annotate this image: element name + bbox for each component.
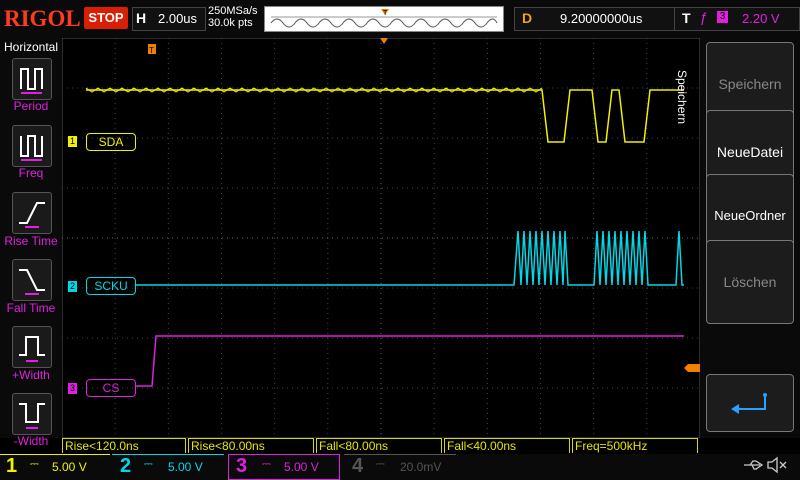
rise-time-icon[interactable] xyxy=(12,192,52,234)
ch2-number: 2 xyxy=(120,455,132,477)
trigger-box[interactable] xyxy=(674,7,800,31)
delay-value: 9.20000000us xyxy=(560,11,643,26)
svg-text:T: T xyxy=(383,10,388,17)
ch1-number: 1 xyxy=(6,455,18,477)
ch2-label[interactable]: SCKU xyxy=(86,277,136,295)
delay-label: D xyxy=(522,10,533,26)
negative-width-icon[interactable] xyxy=(12,393,52,435)
loeschen-button[interactable]: Löschen xyxy=(706,240,794,324)
ch4-scale: 20.0mV xyxy=(400,460,442,474)
memory-points: 30.0k pts xyxy=(208,17,253,29)
memory-overview: T xyxy=(264,6,504,32)
sample-info: 250MSa/s 30.0k pts xyxy=(208,5,258,29)
usb-icon xyxy=(742,458,764,477)
waveform-display[interactable]: T xyxy=(61,37,701,439)
ch1-scale: 5.00 V xyxy=(52,460,87,474)
dc-coupling-icon: ⎓ xyxy=(262,458,271,470)
back-button[interactable] xyxy=(706,374,794,432)
ch4-number: 4 xyxy=(352,455,364,477)
waveform-canvas: T xyxy=(61,37,701,439)
measurement-fall-2[interactable]: Fall<40.00ns xyxy=(444,438,570,453)
measurement-fall-1[interactable]: Fall<80.00ns xyxy=(316,438,442,453)
ch3-label[interactable]: CS xyxy=(86,379,136,397)
measurement-rise-1[interactable]: Rise<120.0ns xyxy=(62,438,186,453)
timebase-value: 2.00us xyxy=(158,11,198,26)
horizontal-label: H xyxy=(136,10,147,26)
period-label: Period xyxy=(13,99,49,113)
svg-text:T: T xyxy=(149,46,154,55)
memory-waveform-icon: T xyxy=(267,9,501,29)
run-stop-status[interactable]: STOP xyxy=(84,7,128,29)
ch3-number: 3 xyxy=(236,455,248,477)
sample-rate: 250MSa/s xyxy=(208,5,258,17)
ch1-marker: 1 xyxy=(68,136,77,147)
rising-edge-icon: ƒ xyxy=(700,9,708,25)
trigger-level: 2.20 V xyxy=(742,11,780,26)
rise-time-label: Rise Time xyxy=(4,234,58,248)
trigger-position-marker: T xyxy=(148,44,156,55)
return-arrow-icon xyxy=(731,393,767,414)
measurement-rise-2[interactable]: Rise<80.00ns xyxy=(188,438,314,453)
trigger-label: T xyxy=(682,10,691,26)
ch3-scale: 5.00 V xyxy=(284,460,319,474)
trigger-source: 3 xyxy=(717,11,728,23)
frequency-label: Freq xyxy=(18,166,44,180)
left-menu-title: Horizontal xyxy=(3,40,59,54)
ch2-marker: 2 xyxy=(68,281,77,292)
fall-time-label: Fall Time xyxy=(6,301,56,315)
frequency-icon[interactable] xyxy=(12,125,52,167)
negative-width-label: -Width xyxy=(13,434,49,448)
dc-coupling-icon: ⎓ xyxy=(376,458,385,470)
measurement-freq[interactable]: Freq=500kHz xyxy=(572,438,698,453)
speaker-muted-icon[interactable] xyxy=(766,456,788,479)
ch1-label[interactable]: SDA xyxy=(86,133,136,151)
positive-width-label: +Width xyxy=(12,368,50,382)
fall-time-icon[interactable] xyxy=(12,259,52,301)
ch2-scale: 5.00 V xyxy=(168,460,203,474)
rigol-logo: RIGOL xyxy=(4,6,81,31)
ch3-marker: 3 xyxy=(68,383,77,394)
dc-coupling-icon: ⎓ xyxy=(30,458,39,470)
dc-coupling-icon: ⎓ xyxy=(144,458,153,470)
period-icon[interactable] xyxy=(12,58,52,100)
right-menu-title: Speichern xyxy=(675,70,689,125)
positive-width-icon[interactable] xyxy=(12,326,52,368)
